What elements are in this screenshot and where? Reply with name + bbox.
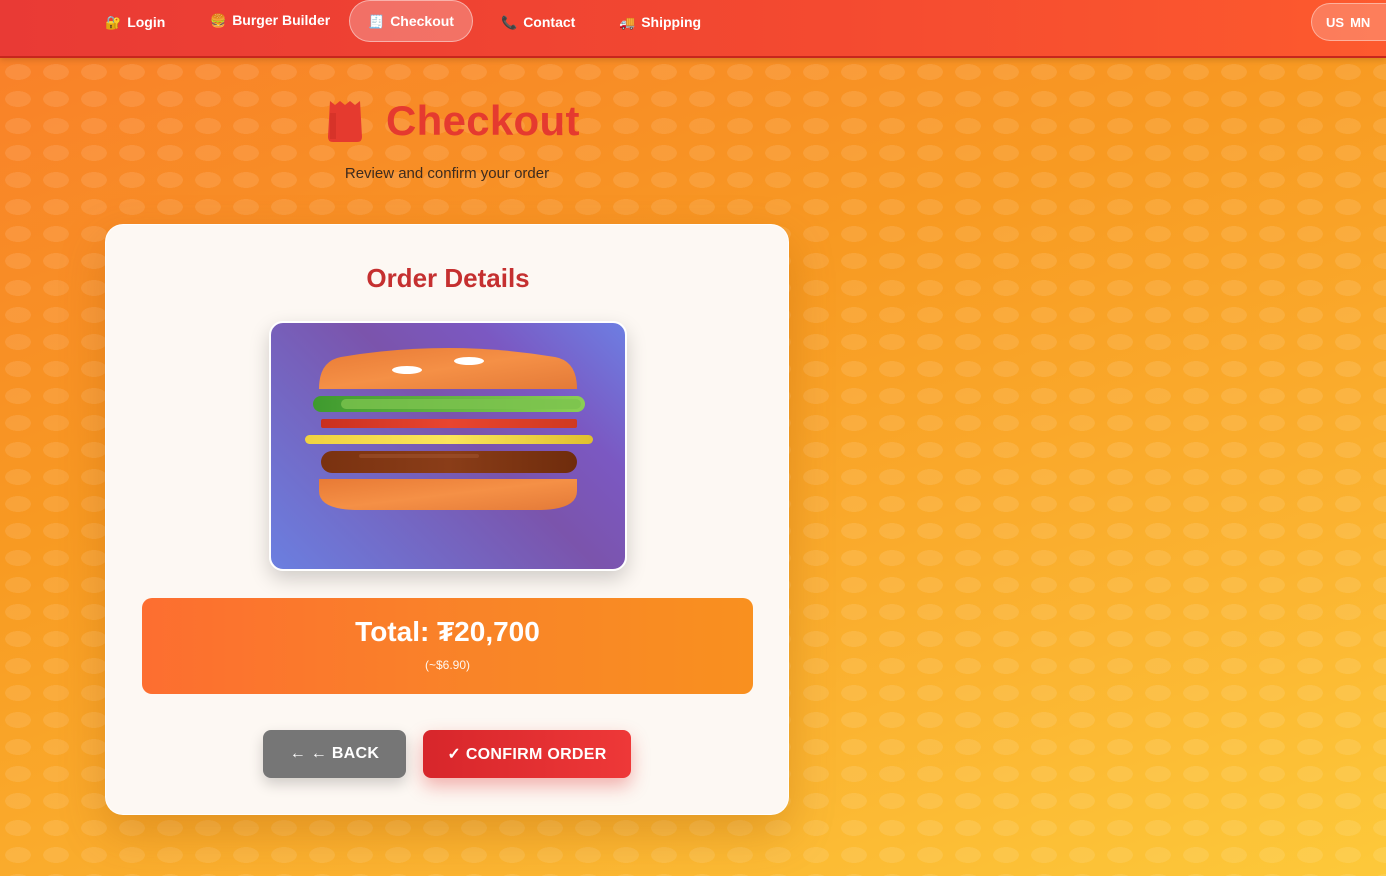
nav-shipping[interactable]: 🚚 Shipping	[619, 10, 701, 34]
total-amount: Total: ₮20,700	[355, 616, 540, 647]
order-details-heading: Order Details	[366, 263, 530, 293]
confirm-order-button[interactable]: ✓ CONFIRM ORDER	[423, 730, 631, 778]
top-bun	[319, 348, 577, 389]
bottom-bun	[319, 479, 577, 510]
back-button[interactable]: ← ← BACK	[263, 730, 406, 778]
top-navbar: 🔐 Login 🍔 Burger Builder 🧾 Checkout 📞 Co…	[0, 0, 1386, 58]
nav-checkout[interactable]: 🧾 Checkout	[349, 0, 473, 42]
cheese-layer	[305, 435, 593, 444]
page-subtitle: Review and confirm your order	[344, 165, 550, 182]
nav-contact[interactable]: 📞 Contact	[501, 10, 575, 34]
total-usd-estimate: (~$6.90)	[424, 658, 471, 672]
tomato-layer	[321, 419, 577, 428]
page-title: Checkout	[386, 97, 580, 144]
nav-shipping-label: Shipping	[641, 14, 702, 30]
order-total: Total: ₮20,700 (~$6.90)	[142, 598, 753, 694]
nav-login-label: Login	[127, 14, 166, 30]
burger-icon: 🍔	[210, 12, 227, 28]
phone-icon: 📞	[501, 14, 518, 30]
order-details-card: Order Details Total: ₮20,700 (~$6.90) ← …	[105, 224, 789, 815]
nav-login[interactable]: 🔐 Login	[105, 10, 165, 34]
nav-contact-label: Contact	[523, 14, 576, 30]
shopping-bag-icon	[328, 101, 362, 142]
truck-icon: 🚚	[619, 14, 636, 30]
page-header: Checkout	[326, 97, 580, 144]
sesame-seed	[392, 366, 422, 374]
language-mn[interactable]: MN	[1350, 15, 1370, 30]
lock-icon: 🔐	[105, 14, 122, 30]
nav-burger-builder-label: Burger Builder	[232, 12, 331, 28]
burger-illustration	[305, 348, 593, 510]
nav-burger-builder[interactable]: 🍔 Burger Builder	[210, 8, 330, 32]
receipt-icon: 🧾	[368, 13, 385, 29]
nav-checkout-label: Checkout	[390, 13, 454, 29]
sesame-seed	[454, 357, 484, 365]
burger-preview	[269, 321, 627, 571]
language-us[interactable]: US	[1326, 15, 1344, 30]
language-switcher[interactable]: US MN	[1311, 3, 1386, 41]
